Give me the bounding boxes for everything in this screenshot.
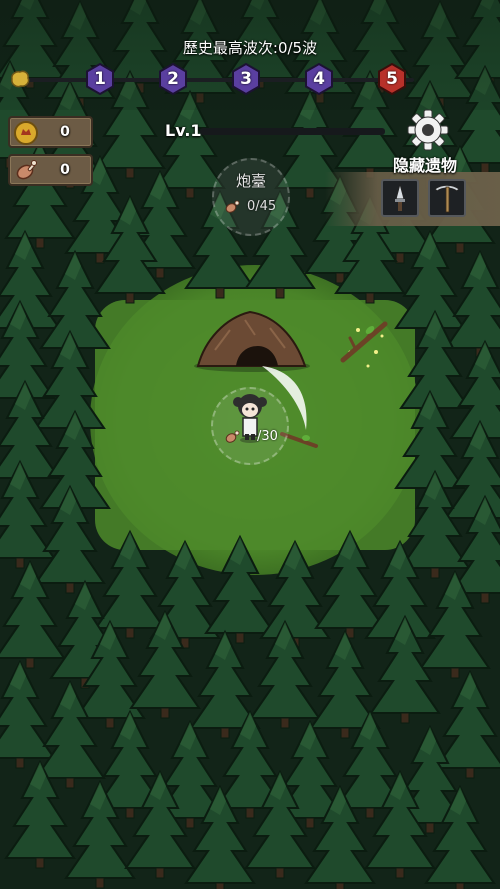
wave-node-4: 4 [304,63,334,95]
meat-counter: 0 [8,154,93,186]
wave-node-label: 2 [167,69,179,89]
gear-icon [407,109,449,151]
pickaxe-icon [434,184,460,213]
wave-node-label: 4 [313,69,325,89]
wave-node-label: 1 [94,69,106,89]
settings-button[interactable] [406,108,450,152]
coin-counter: 0 [8,116,93,148]
wave-node-label: 3 [240,69,252,89]
coin-count: 0 [60,124,70,140]
relic-slot-knife[interactable] [381,179,419,217]
meat-icon [225,200,240,213]
coin-icon [14,121,38,145]
relic-slot-pickaxe[interactable] [428,179,466,217]
knife-icon [395,182,405,211]
meat-icon [225,430,240,443]
player-cost: /30 [257,429,278,444]
wave-progress-track [14,78,414,82]
xp-progress-bar [200,128,385,135]
wave-node-label: 5 [386,69,398,89]
wave-node-3: 3 [231,63,261,95]
wave-node-1: 1 [85,63,115,95]
meat-icon [16,160,37,180]
best-wave-record: 歷史最高波次:0/5波 [182,39,318,57]
wave-progress-start-icon [11,70,30,88]
meat-count: 0 [60,162,70,178]
wave-node-2: 2 [158,63,188,95]
player-level: Lv.1 [165,121,202,140]
player-collect-zone[interactable] [211,387,289,465]
hidden-relics-title: 隐藏遗物 [392,156,457,175]
wave-node-5-boss: 5 [377,63,407,95]
turret-cost: 0/45 [247,199,277,214]
turret-label: 炮臺 [235,172,266,190]
